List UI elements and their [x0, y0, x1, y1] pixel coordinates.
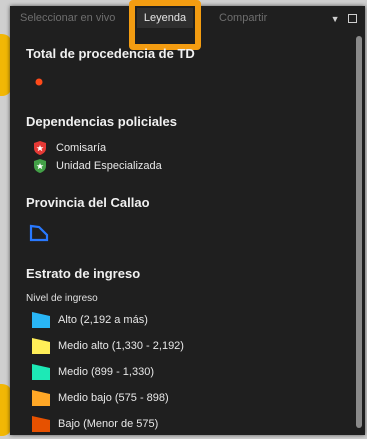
- legend-item-income-high: Alto (2,192 a más): [32, 312, 148, 328]
- swatch-icon: [32, 390, 50, 406]
- scrollbar[interactable]: [356, 36, 362, 428]
- legend-label: Comisaría: [56, 142, 107, 154]
- dropdown-arrow-icon[interactable]: ▼: [331, 14, 340, 24]
- tab-share[interactable]: Compartir: [219, 12, 267, 24]
- legend-item-income-upper-middle: Medio alto (1,330 - 2,192): [32, 338, 184, 354]
- legend-label: Medio bajo (575 - 898): [58, 392, 169, 404]
- income-subtitle: Nivel de ingreso: [26, 293, 98, 304]
- legend-item-unidad-especializada: Unidad Especializada: [32, 158, 162, 174]
- legend-item-comisaria: Comisaría: [32, 140, 106, 156]
- section-title-total: Total de procedencia de TD: [26, 46, 195, 61]
- tab-live-select[interactable]: Seleccionar en vivo: [20, 12, 115, 24]
- legend-label: Medio alto (1,330 - 2,192): [58, 340, 184, 352]
- legend-content: Total de procedencia de TD Dependencias …: [10, 34, 354, 435]
- legend-label: Bajo (Menor de 575): [58, 418, 159, 430]
- legend-item-income-middle: Medio (899 - 1,330): [32, 364, 154, 380]
- callao-polygon-icon: [29, 224, 49, 242]
- section-title-callao: Provincia del Callao: [26, 195, 150, 210]
- swatch-icon: [32, 416, 50, 432]
- shield-red-icon: [34, 141, 46, 155]
- section-title-police: Dependencias policiales: [26, 114, 178, 129]
- point-symbol-icon: [35, 78, 43, 86]
- swatch-icon: [32, 312, 50, 328]
- swatch-icon: [32, 338, 50, 354]
- maximize-icon[interactable]: [348, 14, 357, 23]
- legend-label: Alto (2,192 a más): [58, 314, 148, 326]
- legend-item-income-low: Bajo (Menor de 575): [32, 416, 158, 432]
- legend-label: Medio (899 - 1,330): [58, 366, 154, 378]
- legend-item-income-lower-middle: Medio bajo (575 - 898): [32, 390, 169, 406]
- legend-panel: Seleccionar en vivo Leyenda Compartir ▼ …: [10, 0, 365, 435]
- swatch-icon: [32, 364, 50, 380]
- legend-label: Unidad Especializada: [56, 160, 162, 172]
- tab-legend[interactable]: Leyenda: [137, 8, 193, 28]
- shield-green-icon: [34, 159, 46, 173]
- section-title-income: Estrato de ingreso: [26, 266, 141, 281]
- scrollbar-thumb[interactable]: [356, 36, 362, 428]
- panel-controls: ▼: [325, 14, 357, 24]
- tab-bar: Seleccionar en vivo Leyenda Compartir ▼: [10, 0, 365, 50]
